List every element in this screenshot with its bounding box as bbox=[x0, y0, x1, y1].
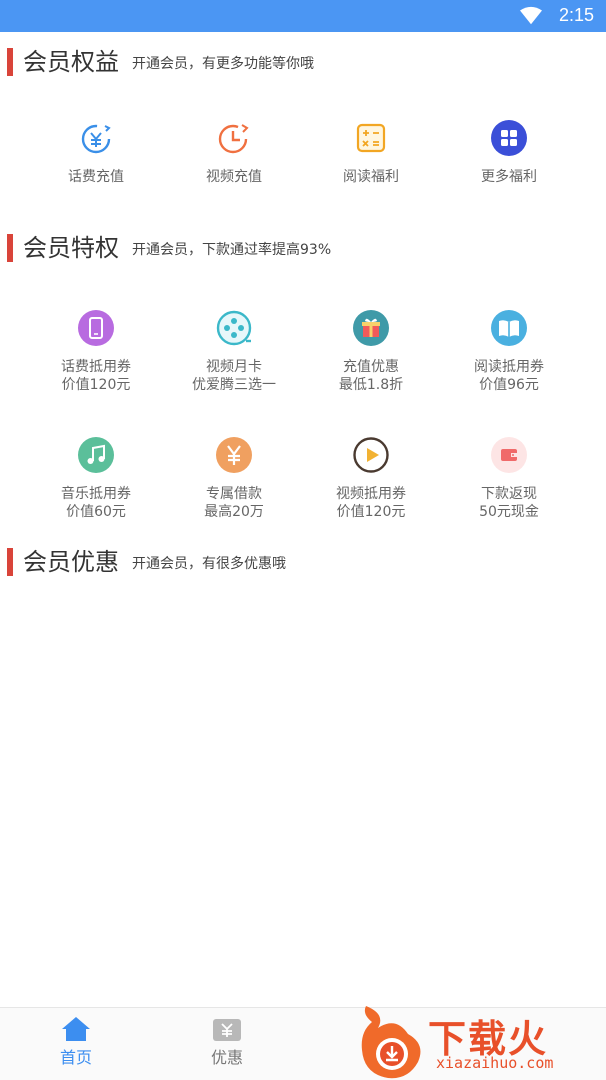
privilege-sub: 价值120元 bbox=[61, 377, 131, 393]
section-header-discounts: 会员优惠 开通会员，有很多优惠哦 bbox=[0, 546, 606, 580]
privilege-label: 视频月卡 bbox=[206, 359, 262, 375]
benefit-label: 更多福利 bbox=[481, 169, 537, 185]
tab-home[interactable]: 首页 bbox=[36, 1016, 116, 1068]
wallet-icon bbox=[491, 437, 527, 473]
home-icon bbox=[62, 1017, 90, 1041]
privilege-label: 话费抵用券 bbox=[61, 359, 131, 375]
privilege-label: 音乐抵用券 bbox=[61, 486, 131, 502]
privilege-item-phone-voucher[interactable]: 话费抵用券 价值120元 bbox=[27, 310, 165, 394]
benefit-item-phone-recharge[interactable]: 话费充值 bbox=[27, 120, 165, 186]
gift-icon bbox=[353, 310, 389, 346]
benefit-item-more[interactable]: 更多福利 bbox=[440, 120, 578, 186]
benefit-label: 视频充值 bbox=[206, 169, 262, 185]
privilege-sub: 价值60元 bbox=[66, 504, 126, 520]
privilege-label: 视频抵用券 bbox=[336, 486, 406, 502]
section-subtitle: 开通会员，下款通过率提高93% bbox=[132, 242, 332, 258]
benefit-item-reading[interactable]: 阅读福利 bbox=[302, 120, 440, 186]
music-note-icon bbox=[78, 437, 114, 473]
privilege-sub: 最低1.8折 bbox=[338, 377, 404, 393]
benefit-label: 阅读福利 bbox=[343, 169, 399, 185]
tab-label: 首页 bbox=[59, 1048, 92, 1067]
section-header-privileges: 会员特权 开通会员，下款通过率提高93% bbox=[0, 232, 606, 266]
section-subtitle: 开通会员，有很多优惠哦 bbox=[132, 556, 286, 572]
privilege-sub: 优爱腾三选一 bbox=[192, 377, 276, 393]
book-icon bbox=[491, 310, 527, 346]
grid-apps-icon bbox=[491, 120, 527, 156]
benefit-item-video-recharge[interactable]: 视频充值 bbox=[165, 120, 303, 186]
flame-download-logo bbox=[361, 1006, 421, 1079]
tab-discount[interactable]: 优惠 bbox=[187, 1016, 267, 1068]
coupon-icon bbox=[213, 1019, 241, 1041]
privilege-item-video-voucher[interactable]: 视频抵用券 价值120元 bbox=[302, 437, 440, 521]
section-title: 会员特权 bbox=[23, 234, 119, 262]
privilege-sub: 价值120元 bbox=[336, 504, 406, 520]
benefit-label: 话费充值 bbox=[68, 169, 124, 185]
section-accent-bar bbox=[7, 548, 13, 576]
clock-refresh-icon bbox=[218, 124, 249, 154]
watermark-domain: xiazaihuo.com bbox=[436, 1054, 554, 1072]
tab-label: 优惠 bbox=[210, 1048, 243, 1067]
film-reel-icon bbox=[216, 310, 252, 346]
status-bar: 2:15 bbox=[0, 0, 606, 32]
currency-refresh-icon bbox=[81, 124, 111, 154]
section-title: 会员优惠 bbox=[23, 548, 119, 576]
section-subtitle: 开通会员，有更多功能等你哦 bbox=[132, 56, 314, 72]
wifi-icon bbox=[520, 6, 542, 25]
privilege-label: 专属借款 bbox=[206, 486, 262, 502]
privilege-label: 充值优惠 bbox=[343, 359, 399, 375]
privilege-sub: 50元现金 bbox=[479, 504, 539, 520]
privilege-sub: 价值96元 bbox=[479, 377, 539, 393]
section-header-benefits: 会员权益 开通会员，有更多功能等你哦 bbox=[0, 46, 606, 80]
phone-icon bbox=[78, 310, 114, 346]
play-icon bbox=[353, 437, 389, 473]
privilege-label: 阅读抵用券 bbox=[474, 359, 544, 375]
section-accent-bar bbox=[7, 48, 13, 76]
yen-icon bbox=[216, 437, 252, 473]
status-time: 2:15 bbox=[558, 5, 594, 25]
privilege-item-music-voucher[interactable]: 音乐抵用券 价值60元 bbox=[27, 437, 165, 521]
privilege-item-exclusive-loan[interactable]: 专属借款 最高20万 bbox=[165, 437, 303, 521]
calculator-icon bbox=[356, 123, 386, 153]
section-title: 会员权益 bbox=[23, 48, 119, 76]
privilege-item-video-card[interactable]: 视频月卡 优爱腾三选一 bbox=[165, 310, 303, 394]
privilege-item-recharge-discount[interactable]: 充值优惠 最低1.8折 bbox=[302, 310, 440, 394]
privilege-label: 下款返现 bbox=[481, 486, 537, 502]
privilege-sub: 最高20万 bbox=[204, 504, 264, 520]
privilege-item-loan-cashback[interactable]: 下款返现 50元现金 bbox=[440, 437, 578, 521]
watermark: 下载火 xiazaihuo.com bbox=[356, 1000, 606, 1080]
section-accent-bar bbox=[7, 234, 13, 262]
privilege-item-reading-voucher[interactable]: 阅读抵用券 价值96元 bbox=[440, 310, 578, 394]
